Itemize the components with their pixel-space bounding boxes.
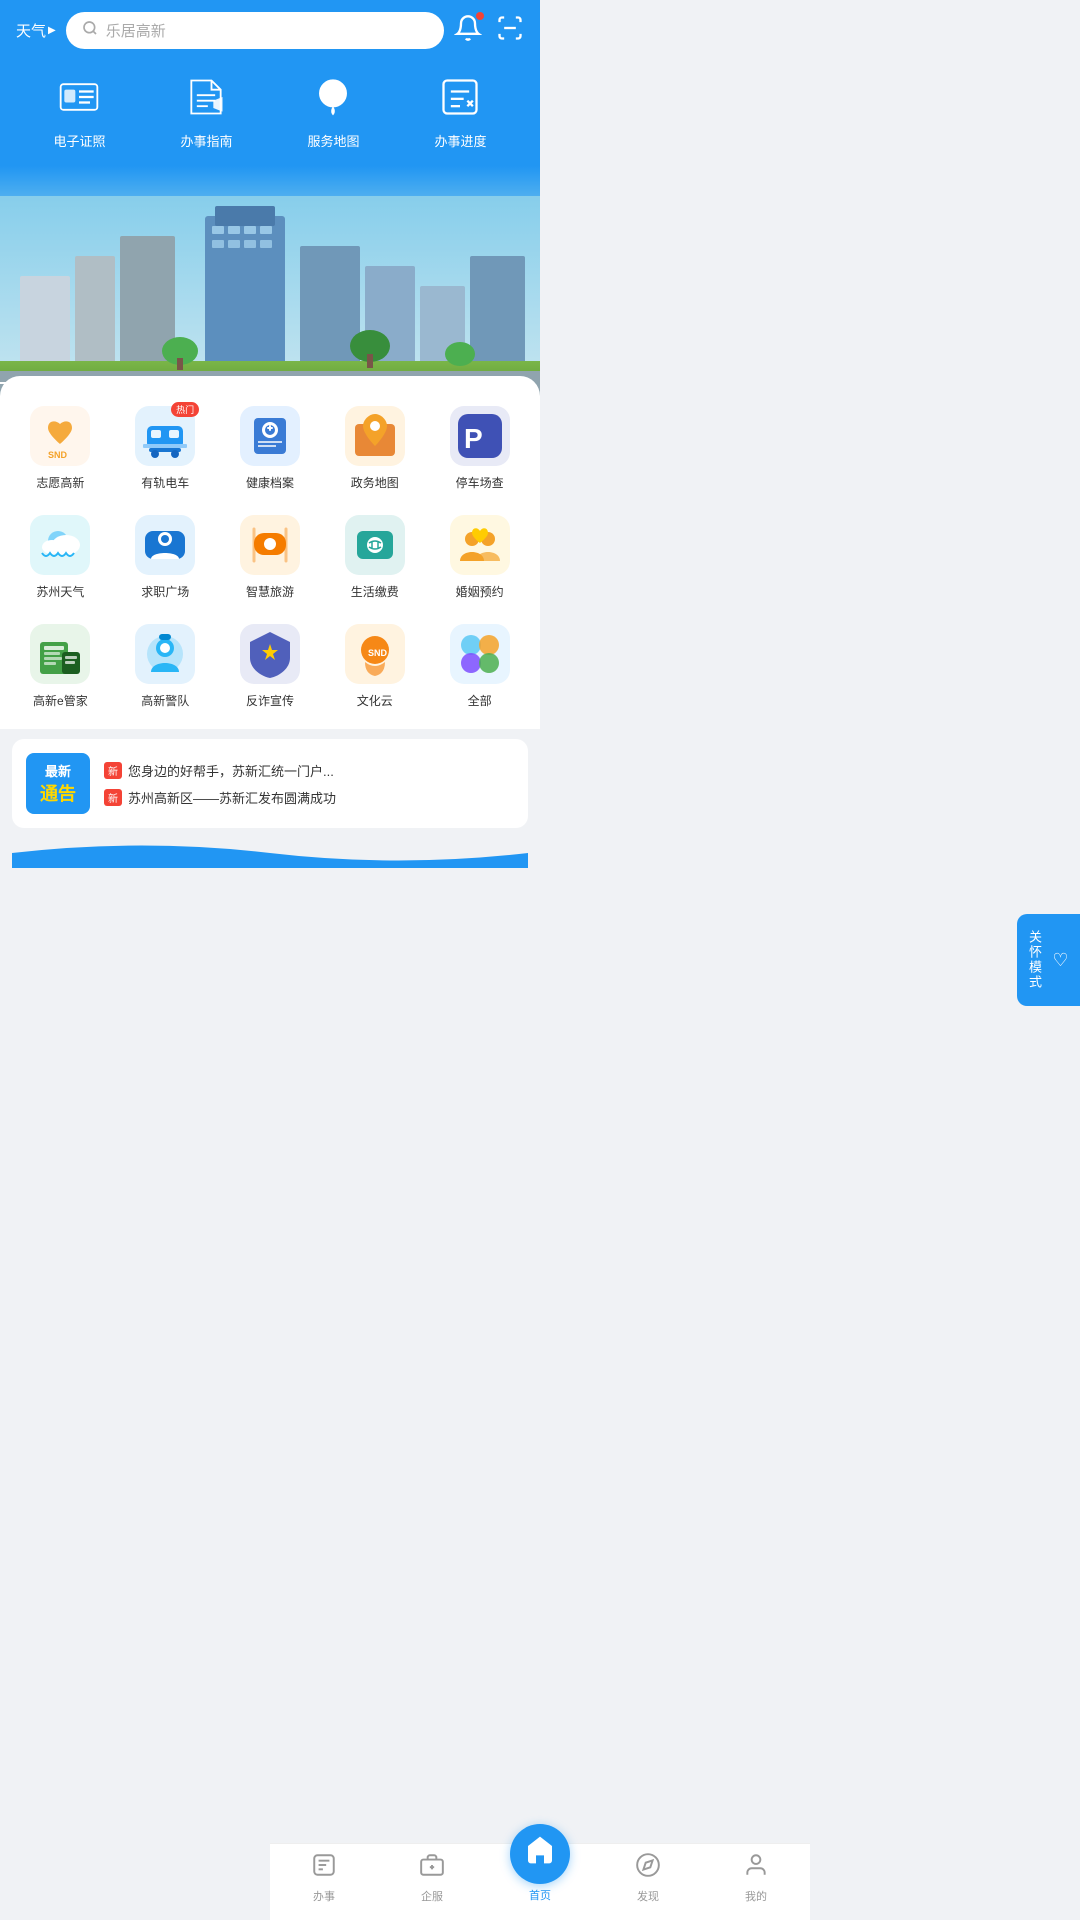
weather-label: 天气 [16,20,46,41]
app-label-culture: 文化云 [357,692,393,709]
app-label-jobs: 求职广场 [141,583,189,600]
quick-item-progress[interactable]: 办事进度 [434,71,486,150]
quick-label-service-map: 服务地图 [307,131,359,150]
news-tag-1: 新 [104,762,122,779]
nav-item-mine[interactable]: 我的 [721,1852,791,1904]
nav-label-enterprise: 企服 [421,1888,443,1904]
app-label-tourism: 智慧旅游 [246,583,294,600]
news-badge-top: 最新 [36,761,80,780]
app-item-weather[interactable]: 苏州天气 [10,505,111,610]
app-grid-section: SND 志愿高新 热门 [0,376,540,729]
app-item-anti-fraud[interactable]: 反诈宣传 [220,614,321,719]
app-item-police[interactable]: 高新警队 [115,614,216,719]
app-label-police: 高新警队 [141,692,189,709]
nav-label-home: 首页 [529,1887,551,1903]
app-label-parking: 停车场查 [456,474,504,491]
nav-icon-discover [635,1852,661,1885]
notification-button[interactable] [454,14,482,47]
news-badge: 最新 通告 [26,753,90,814]
quick-item-guide[interactable]: 办事指南 [180,71,232,150]
app-label-marriage: 婚姻预约 [456,583,504,600]
city-banner [0,166,540,396]
app-item-tram[interactable]: 热门 有轨电车 [115,396,216,501]
svg-text:SND: SND [48,450,68,460]
svg-text:SND: SND [368,648,388,658]
svg-text:P: P [464,423,483,454]
nav-item-home[interactable]: 首页 [505,1854,575,1903]
news-tag-2: 新 [104,789,122,806]
app-item-jobs[interactable]: 求职广场 [115,505,216,610]
app-item-tourism[interactable]: 智慧旅游 [220,505,321,610]
news-badge-bottom: 通告 [36,780,80,806]
bottom-nav: 办事 企服 首页 发现 [270,1843,810,1920]
nav-icon-tasks [311,1852,337,1885]
care-mode-button[interactable]: ♡ 关怀模式 [1017,914,1080,1006]
app-label-weather: 苏州天气 [36,583,84,600]
nav-label-mine: 我的 [745,1888,767,1904]
app-item-govt-map[interactable]: 政务地图 [324,396,425,501]
app-item-culture[interactable]: SND 文化云 [324,614,425,719]
header-icons [454,14,524,47]
search-placeholder-text: 乐居高新 [106,20,166,41]
app-item-marriage[interactable]: 婚姻预约 [429,505,530,610]
app-label-health: 健康档案 [246,474,294,491]
nav-label-tasks: 办事 [313,1888,335,1904]
app-item-all[interactable]: 全部 [429,614,530,719]
app-label-volunteer: 志愿高新 [36,474,84,491]
weather-button[interactable]: 天气 ▶ [16,20,56,41]
news-item-2[interactable]: 新 苏州高新区——苏新汇发布圆满成功 [104,788,514,807]
search-icon [82,20,98,41]
quick-label-id-card: 电子证照 [53,131,105,150]
news-text-1: 您身边的好帮手，苏新汇统一门户... [128,761,334,780]
nav-item-tasks[interactable]: 办事 [289,1852,359,1904]
news-item-1[interactable]: 新 您身边的好帮手，苏新汇统一门户... [104,761,514,780]
scan-button[interactable] [496,14,524,47]
weather-arrow-icon: ▶ [48,25,56,36]
app-label-govt-map: 政务地图 [351,474,399,491]
app-item-manager[interactable]: 高新e管家 [10,614,111,719]
quick-item-id-card[interactable]: 电子证照 [53,71,105,150]
app-item-health[interactable]: 健康档案 [220,396,321,501]
app-label-anti-fraud: 反诈宣传 [246,692,294,709]
quick-access-bar: 电子证照 办事指南 [16,61,524,166]
app-item-bills[interactable]: 生活缴费 [324,505,425,610]
app-item-parking[interactable]: P 停车场查 [429,396,530,501]
app-item-volunteer[interactable]: SND 志愿高新 [10,396,111,501]
notification-dot [476,12,484,20]
news-text-2: 苏州高新区——苏新汇发布圆满成功 [128,788,336,807]
nav-item-discover[interactable]: 发现 [613,1852,683,1904]
app-label-all: 全部 [468,692,492,709]
quick-item-service-map[interactable]: 服务地图 [307,71,359,150]
app-grid: SND 志愿高新 热门 [10,396,530,719]
app-label-tram: 有轨电车 [141,474,189,491]
header: 天气 ▶ 乐居高新 [0,0,540,166]
nav-icon-mine [743,1852,769,1885]
quick-label-progress: 办事进度 [434,131,486,150]
care-mode-label: 关怀模式 [1025,930,1044,990]
nav-item-enterprise[interactable]: 企服 [397,1852,467,1904]
hot-badge: 热门 [171,402,199,417]
news-section: 最新 通告 新 您身边的好帮手，苏新汇统一门户... 新 苏州高新区——苏新汇发… [12,739,528,828]
nav-label-discover: 发现 [637,1888,659,1904]
nav-home-icon [524,1834,556,1873]
app-label-manager: 高新e管家 [33,692,88,709]
nav-home-center-button[interactable] [510,1824,570,1884]
care-heart-icon: ♡ [1050,950,1072,971]
app-label-bills: 生活缴费 [351,583,399,600]
search-bar[interactable]: 乐居高新 [66,12,444,49]
quick-label-guide: 办事指南 [180,131,232,150]
news-list: 新 您身边的好帮手，苏新汇统一门户... 新 苏州高新区——苏新汇发布圆满成功 [104,761,514,807]
nav-icon-enterprise [419,1852,445,1885]
